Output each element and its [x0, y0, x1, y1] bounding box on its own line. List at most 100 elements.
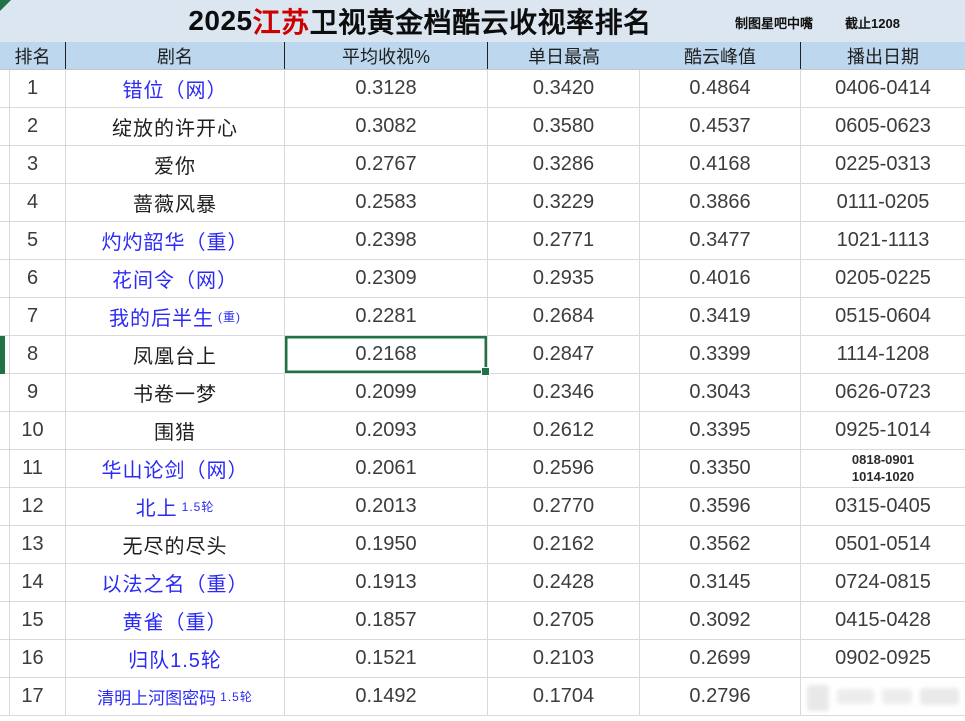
day-max-cell[interactable]: 0.2684	[488, 298, 640, 336]
day-max-cell[interactable]: 0.3229	[488, 184, 640, 222]
day-max-cell[interactable]: 0.2847	[488, 336, 640, 374]
day-max-cell[interactable]: 0.2935	[488, 260, 640, 298]
day-max-cell[interactable]: 0.2770	[488, 488, 640, 526]
day-max-cell[interactable]: 0.3580	[488, 108, 640, 146]
air-date-cell[interactable]: 0406-0414	[801, 70, 965, 108]
drama-name-cell[interactable]: 凤凰台上	[66, 336, 285, 374]
avg-rating-cell[interactable]: 0.2309	[285, 260, 488, 298]
avg-rating-cell[interactable]: 0.3128	[285, 70, 488, 108]
avg-rating-cell[interactable]: 0.2583	[285, 184, 488, 222]
peak-cell[interactable]: 0.4168	[640, 146, 801, 184]
peak-cell[interactable]: 0.3419	[640, 298, 801, 336]
day-max-cell[interactable]: 0.2428	[488, 564, 640, 602]
peak-cell[interactable]: 0.3477	[640, 222, 801, 260]
air-date-cell[interactable]	[801, 678, 965, 716]
avg-rating-cell[interactable]: 0.2398	[285, 222, 488, 260]
drama-name-cell[interactable]: 归队1.5轮	[66, 640, 285, 678]
drama-name-cell[interactable]: 书卷一梦	[66, 374, 285, 412]
drama-name: 灼灼韶华（重）	[101, 232, 249, 254]
drama-name: 绽放的许开心	[112, 118, 238, 140]
drama-name-cell[interactable]: 灼灼韶华（重）	[66, 222, 285, 260]
peak-cell[interactable]: 0.2796	[640, 678, 801, 716]
air-date-cell[interactable]: 0724-0815	[801, 564, 965, 602]
column-header-3[interactable]: 单日最高	[488, 42, 640, 69]
peak-cell[interactable]: 0.4537	[640, 108, 801, 146]
peak-cell[interactable]: 0.3596	[640, 488, 801, 526]
avg-rating-cell[interactable]: 0.2061	[285, 450, 488, 488]
day-max-cell[interactable]: 0.2705	[488, 602, 640, 640]
drama-name-cell[interactable]: 清明上河图密码 1.5轮	[66, 678, 285, 716]
avg-rating-cell[interactable]: 0.2767	[285, 146, 488, 184]
column-header-1[interactable]: 剧名	[66, 42, 285, 69]
avg-rating-cell[interactable]: 0.2168	[285, 336, 490, 376]
drama-name-cell[interactable]: 我的后半生 (重)	[66, 298, 285, 336]
drama-name-cell[interactable]: 黄雀（重）	[66, 602, 285, 640]
day-max-cell[interactable]: 0.2103	[488, 640, 640, 678]
drama-name-cell[interactable]: 围猎	[66, 412, 285, 450]
air-date-cell[interactable]: 0605-0623	[801, 108, 965, 146]
air-date-cell[interactable]: 0902-0925	[801, 640, 965, 678]
peak-cell[interactable]: 0.3399	[640, 336, 801, 374]
column-header-0[interactable]: 排名	[0, 42, 66, 69]
avg-rating-cell[interactable]: 0.1857	[285, 602, 488, 640]
peak-cell[interactable]: 0.3092	[640, 602, 801, 640]
air-date-cell[interactable]: 0515-0604	[801, 298, 965, 336]
air-date-cell[interactable]: 0315-0405	[801, 488, 965, 526]
drama-name: 归队1.5轮	[128, 650, 222, 672]
avg-rating-cell[interactable]: 0.1521	[285, 640, 488, 678]
day-max-cell[interactable]: 0.2162	[488, 526, 640, 564]
avg-rating-cell[interactable]: 0.3082	[285, 108, 488, 146]
drama-name-cell[interactable]: 错位（网）	[66, 70, 285, 108]
peak-cell[interactable]: 0.3562	[640, 526, 801, 564]
column-header-5[interactable]: 播出日期	[801, 42, 965, 69]
avg-rating-cell[interactable]: 0.1950	[285, 526, 488, 564]
avg-rating-cell[interactable]: 0.2099	[285, 374, 488, 412]
air-date-cell[interactable]: 0111-0205	[801, 184, 965, 222]
drama-name-cell[interactable]: 花间令（网）	[66, 260, 285, 298]
day-max-cell[interactable]: 0.2612	[488, 412, 640, 450]
avg-rating-cell[interactable]: 0.2093	[285, 412, 488, 450]
peak-cell[interactable]: 0.3395	[640, 412, 801, 450]
peak-cell[interactable]: 0.3350	[640, 450, 801, 488]
air-date-cell[interactable]: 0925-1014	[801, 412, 965, 450]
drama-name-cell[interactable]: 绽放的许开心	[66, 108, 285, 146]
avg-rating-cell[interactable]: 0.2281	[285, 298, 488, 336]
drama-name-cell[interactable]: 以法之名（重）	[66, 564, 285, 602]
peak-cell[interactable]: 0.2699	[640, 640, 801, 678]
column-header-4[interactable]: 酷云峰值	[640, 42, 801, 69]
air-date-cell[interactable]: 0225-0313	[801, 146, 965, 184]
table-body: 1 错位（网） 0.3128 0.3420 0.4864 0406-0414 2 绽放的许开心…	[0, 70, 965, 716]
drama-name-cell[interactable]: 爱你	[66, 146, 285, 184]
peak-cell[interactable]: 0.4016	[640, 260, 801, 298]
day-max-cell[interactable]: 0.2346	[488, 374, 640, 412]
peak-cell[interactable]: 0.3043	[640, 374, 801, 412]
air-date-cell[interactable]: 0626-0723	[801, 374, 965, 412]
day-max-cell[interactable]: 0.3286	[488, 146, 640, 184]
avg-rating-cell[interactable]: 0.2013	[285, 488, 488, 526]
avg-rating-cell[interactable]: 0.1913	[285, 564, 488, 602]
avg-rating-cell[interactable]: 0.1492	[285, 678, 488, 716]
air-date-cell[interactable]: 0205-0225	[801, 260, 965, 298]
page-title: 2025 江苏 卫视黄金档酷云收视率排名	[0, 0, 840, 42]
day-max-cell[interactable]: 0.1704	[488, 678, 640, 716]
drama-name-cell[interactable]: 无尽的尽头	[66, 526, 285, 564]
bottom-sliver	[0, 716, 965, 721]
drama-name: 以法之名（重）	[101, 574, 249, 596]
air-date-cell[interactable]: 1021-1113	[801, 222, 965, 260]
drama-name-cell[interactable]: 蔷薇风暴	[66, 184, 285, 222]
peak-cell[interactable]: 0.3145	[640, 564, 801, 602]
day-max-cell[interactable]: 0.2596	[488, 450, 640, 488]
air-date-cell[interactable]: 0415-0428	[801, 602, 965, 640]
air-date-cell[interactable]: 0501-0514	[801, 526, 965, 564]
air-date-multiline: 0818-0901 1014-1020	[852, 452, 914, 485]
day-max-cell[interactable]: 0.2771	[488, 222, 640, 260]
air-date-cell[interactable]: 0818-0901 1014-1020	[801, 450, 965, 488]
table-row: 13 无尽的尽头 0.1950 0.2162 0.3562 0501-0514	[0, 526, 965, 564]
column-header-2[interactable]: 平均收视%	[285, 42, 488, 69]
drama-name-cell[interactable]: 北上 1.5轮	[66, 488, 285, 526]
peak-cell[interactable]: 0.3866	[640, 184, 801, 222]
peak-cell[interactable]: 0.4864	[640, 70, 801, 108]
day-max-cell[interactable]: 0.3420	[488, 70, 640, 108]
drama-name-cell[interactable]: 华山论剑（网）	[66, 450, 285, 488]
air-date-cell[interactable]: 1114-1208	[801, 336, 965, 374]
